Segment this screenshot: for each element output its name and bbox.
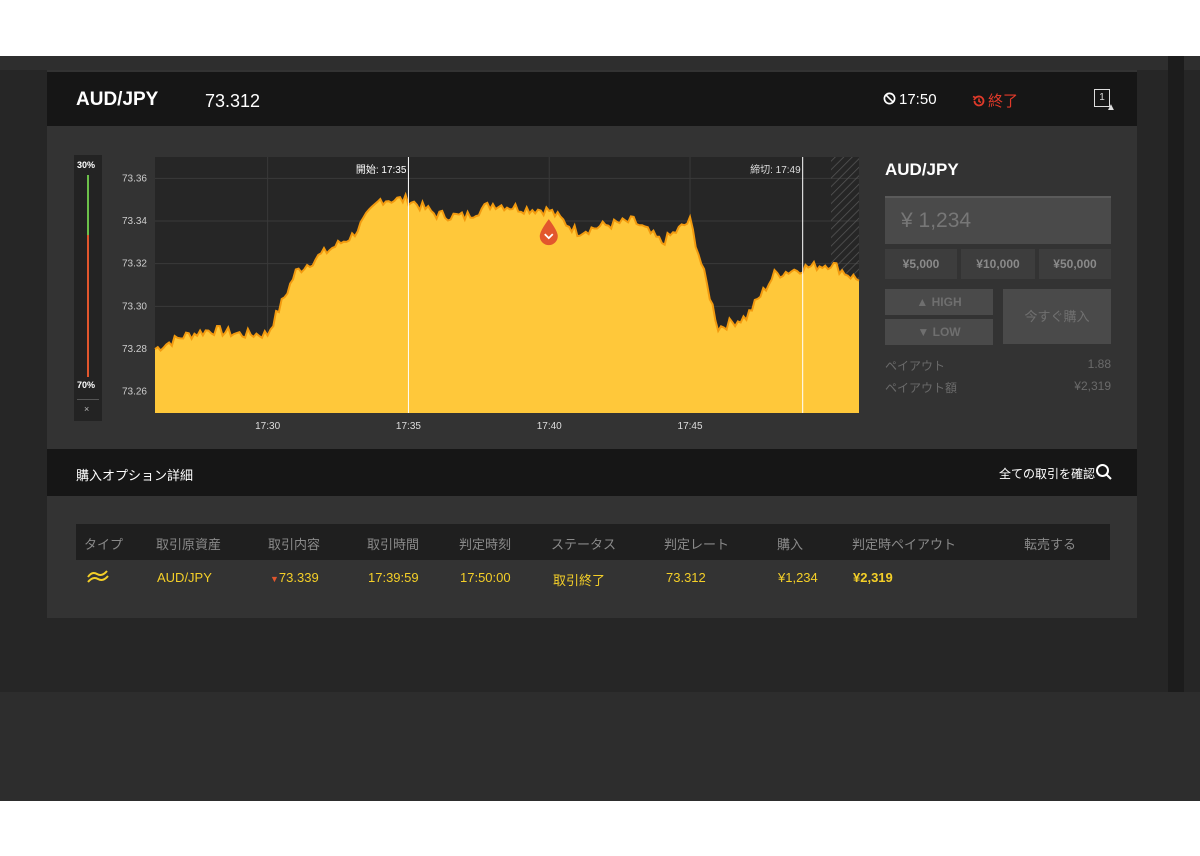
row-time: 17:39:59: [368, 570, 419, 585]
preset-5000-button[interactable]: ¥5,000: [885, 249, 957, 279]
gauge-close-button[interactable]: ×: [84, 404, 89, 414]
top-strip: [0, 56, 1200, 70]
amount-input[interactable]: ¥ 1,234: [885, 196, 1111, 244]
col-time: 取引時間: [367, 537, 420, 552]
y-tick-label: 73.34: [122, 216, 147, 227]
buy-now-button[interactable]: 今すぐ購入: [1003, 289, 1111, 344]
col-judge-rate: 判定レート: [664, 537, 730, 552]
right-sidebar-strip: [1168, 56, 1184, 692]
col-content: 取引内容: [268, 537, 321, 552]
low-direction-icon: ▼: [270, 574, 279, 584]
col-judge-payout: 判定時ペイアウト: [852, 537, 957, 552]
history-icon: [972, 95, 985, 107]
payout-row: ペイアウト 1.88: [885, 357, 1111, 374]
asset-pair-title: AUD/JPY: [76, 89, 159, 110]
low-button[interactable]: ▼ LOW: [885, 319, 993, 345]
option-type-icon: [87, 570, 109, 583]
payout-amount-value: ¥2,319: [1074, 379, 1111, 393]
col-status: ステータス: [551, 537, 617, 552]
row-judge-time: 17:50:00: [460, 570, 511, 585]
detail-header: 購入オプション詳細 全ての取引を確認: [47, 449, 1137, 496]
sentiment-gauge: 30% 70% ×: [74, 155, 102, 421]
high-percentage: 30%: [77, 160, 96, 170]
row-purchase: ¥1,234: [778, 570, 818, 585]
high-button[interactable]: ▲ HIGH: [885, 289, 993, 315]
payout-amount-row: ペイアウト額 ¥2,319: [885, 379, 1111, 396]
row-payout: ¥2,319: [853, 570, 893, 585]
low-gauge-bar: [87, 235, 89, 377]
start-time-label: 開始: 17:35: [356, 163, 407, 176]
gauge-divider: [77, 399, 99, 400]
table-header: タイプ 取引原資産 取引内容 取引時間 判定時刻 ステータス 判定レート 購入 …: [76, 524, 1110, 560]
preset-50000-button[interactable]: ¥50,000: [1039, 249, 1111, 279]
high-gauge-bar: [87, 175, 89, 235]
search-icon[interactable]: [1095, 463, 1113, 481]
cursor-icon: ▲: [1106, 102, 1116, 113]
y-tick-label: 73.36: [122, 173, 147, 184]
col-judge-time: 判定時刻: [459, 537, 512, 552]
preset-10000-button[interactable]: ¥10,000: [961, 249, 1035, 279]
col-resell: 転売する: [1024, 537, 1077, 552]
panel-header: AUD/JPY 73.312 17:50 終了 1 ▲: [47, 72, 1137, 126]
x-tick-label: 17:45: [678, 421, 703, 430]
payout-label: ペイアウト: [885, 359, 946, 373]
x-tick-label: 17:40: [537, 421, 562, 430]
down-arrow-icon: ▼: [917, 325, 933, 339]
expiry-time: 17:50: [899, 91, 937, 108]
current-price: 73.312: [205, 91, 261, 111]
col-asset: 取引原資産: [156, 537, 222, 552]
view-all-trades-link[interactable]: 全ての取引を確認: [999, 465, 1095, 482]
trade-panel: AUD/JPY 73.312 17:50 終了 1 ▲ 30% 70% × 73…: [47, 70, 1137, 618]
row-status: 取引終了: [553, 573, 606, 588]
col-purchase: 購入: [777, 537, 804, 552]
x-tick-label: 17:30: [255, 421, 280, 430]
order-asset-pair: AUD/JPY: [885, 160, 959, 179]
no-entry-icon: [883, 92, 896, 105]
y-tick-label: 73.32: [122, 259, 147, 270]
status-ended: 終了: [972, 90, 1018, 111]
payout-amount-label: ペイアウト額: [885, 381, 958, 395]
payout-value: 1.88: [1087, 357, 1111, 371]
price-chart: 73.36 73.34 73.32 73.30 73.28 73.26 開始: 17:35…: [122, 157, 860, 430]
up-arrow-icon: ▲: [916, 295, 932, 309]
row-judge-rate: 73.312: [666, 570, 706, 585]
y-tick-label: 73.28: [122, 344, 147, 355]
detail-title: 購入オプション詳細: [76, 468, 194, 483]
row-content: ▼73.339: [270, 570, 319, 585]
row-asset: AUD/JPY: [157, 570, 212, 585]
y-tick-label: 73.30: [122, 301, 147, 312]
low-percentage: 70%: [77, 380, 96, 390]
y-tick-label: 73.26: [122, 387, 147, 398]
x-tick-label: 17:35: [396, 421, 421, 430]
end-time-label: 締切: 17:49: [750, 163, 801, 176]
lower-background: [0, 692, 1200, 801]
col-type: タイプ: [84, 537, 124, 552]
expiry-timer: 17:50: [883, 91, 937, 108]
ended-label: 終了: [988, 93, 1019, 110]
